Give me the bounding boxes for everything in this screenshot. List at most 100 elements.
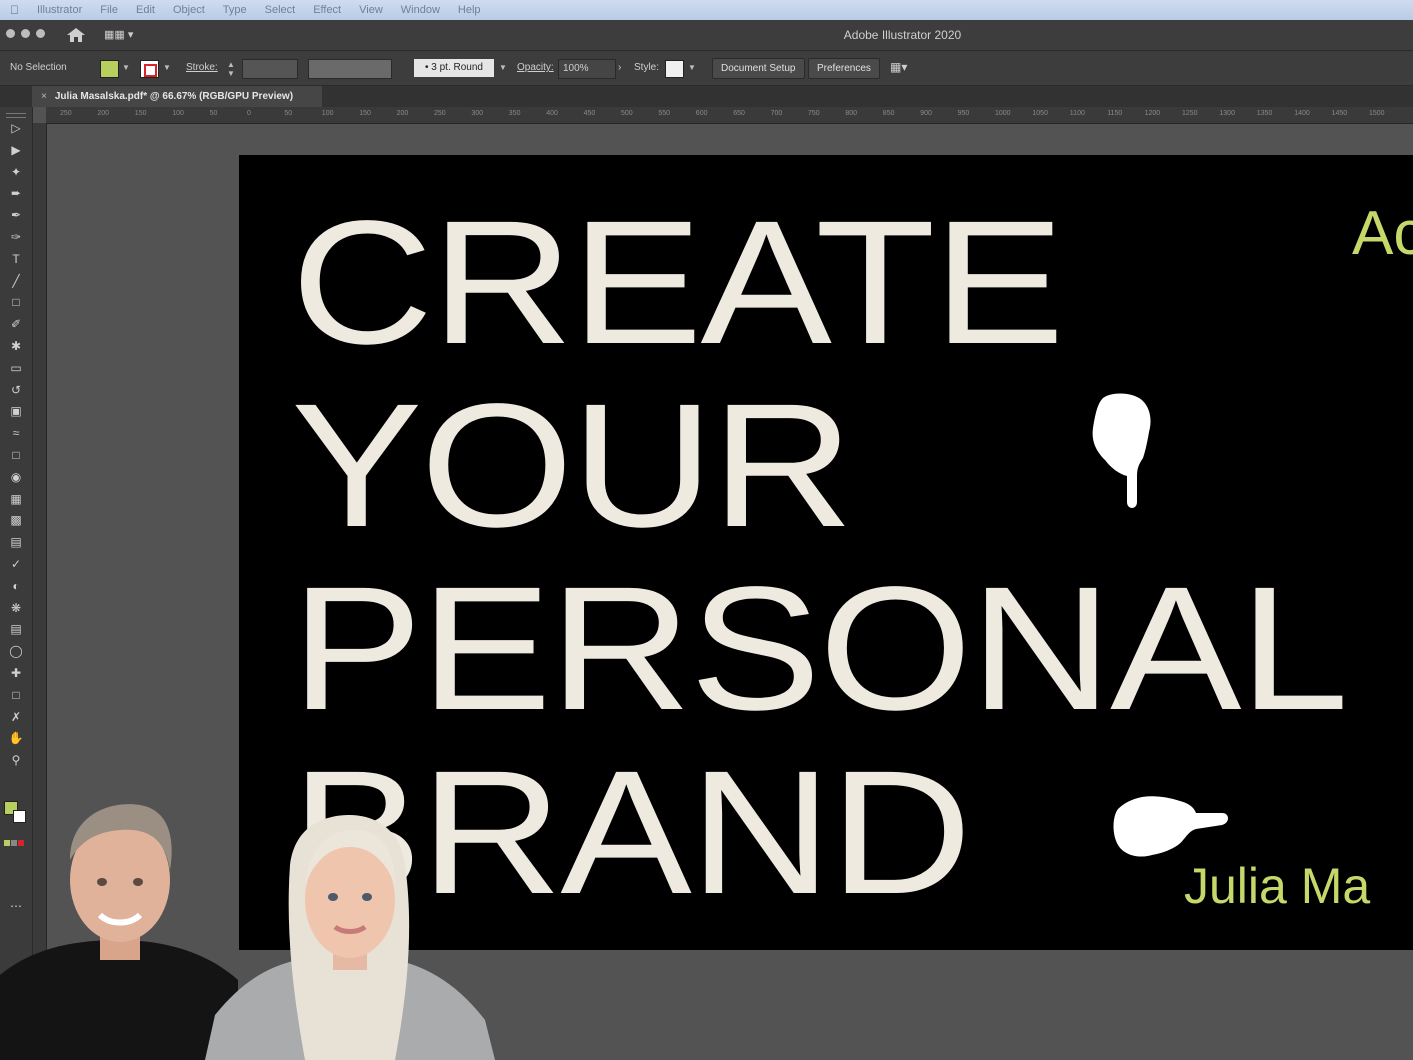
fill-color-swatch[interactable] xyxy=(100,60,119,78)
close-tab-icon[interactable]: × xyxy=(41,91,47,102)
ruler-tick-label: 1300 xyxy=(1219,110,1235,117)
stroke-label[interactable]: Stroke: xyxy=(186,62,218,73)
menu-illustrator[interactable]: Illustrator xyxy=(37,4,82,16)
brush-definition-select[interactable]: • 3 pt. Round xyxy=(414,59,494,77)
ruler-tick-label: 1350 xyxy=(1256,110,1273,117)
shaper-icon[interactable]: ✱ xyxy=(6,337,26,355)
rotate-icon[interactable]: ↺ xyxy=(6,381,26,399)
ruler-tick-label: 1450 xyxy=(1331,110,1348,117)
ruler-tick-label: 1400 xyxy=(1294,110,1310,117)
document-tab[interactable]: × Julia Masalska.pdf* @ 66.67% (RGB/GPU P… xyxy=(32,86,322,107)
eraser-icon[interactable]: ▭ xyxy=(6,359,26,377)
chevron-down-icon[interactable]: ▼ xyxy=(688,63,696,72)
column-graph-icon[interactable]: ▤ xyxy=(6,620,26,638)
menu-view[interactable]: View xyxy=(359,4,383,16)
ruler-tick-label: 1050 xyxy=(1032,110,1048,117)
stroke-weight-field[interactable] xyxy=(242,59,298,79)
ruler-tick-label: 100 xyxy=(172,110,184,117)
ruler-tick-label: 50 xyxy=(284,110,293,117)
eyedropper-icon[interactable]: ✓ xyxy=(6,555,26,573)
direct-selection-icon[interactable]: ▶ xyxy=(6,141,26,159)
webcam-host-right xyxy=(205,815,495,1060)
pen-icon[interactable]: ✒ xyxy=(6,206,26,224)
brush-label: 3 pt. Round xyxy=(431,62,483,73)
graphic-style-swatch[interactable] xyxy=(665,60,684,78)
ruler-tick-label: 150 xyxy=(134,110,147,117)
line-icon[interactable]: ╱ xyxy=(6,272,26,290)
variable-width-profile[interactable] xyxy=(308,59,392,79)
ruler-tick-label: 850 xyxy=(882,110,895,117)
workspace-switcher-icon[interactable]: ▦▦ ▾ xyxy=(104,28,134,42)
ruler-tick-label: 1250 xyxy=(1182,110,1198,117)
paintbrush-icon[interactable]: ✐ xyxy=(6,315,26,333)
panel-grip[interactable] xyxy=(6,113,26,118)
menu-object[interactable]: Object xyxy=(173,4,205,16)
horizontal-ruler[interactable]: 250 200 150 100 50 0 50 100 150 200 250 300 350 400 45… xyxy=(46,107,1413,124)
menu-help[interactable]: Help xyxy=(458,4,481,16)
chevron-down-icon[interactable]: ▼ xyxy=(163,63,171,72)
mac-menubar:  Illustrator File Edit Object Type Sele… xyxy=(0,0,1413,20)
stroke-color-swatch[interactable] xyxy=(140,60,159,78)
ruler-tick-label: 200 xyxy=(97,110,110,117)
chevron-down-icon[interactable]: ▼ xyxy=(122,63,130,72)
opacity-field[interactable]: 100% xyxy=(558,59,616,79)
corner-accent-text: Ac xyxy=(1352,199,1413,268)
artboard-icon[interactable]: □ xyxy=(6,686,26,704)
menu-select[interactable]: Select xyxy=(265,4,296,16)
type-icon[interactable]: T xyxy=(6,250,26,268)
ellipse-icon[interactable]: ◯ xyxy=(6,642,26,660)
menu-file[interactable]: File xyxy=(100,4,118,16)
width-icon[interactable]: ≈ xyxy=(6,424,26,442)
ruler-tick-label: 550 xyxy=(658,110,671,117)
menu-edit[interactable]: Edit xyxy=(136,4,155,16)
zoom-icon[interactable]: ⚲ xyxy=(6,751,26,769)
window-controls xyxy=(6,29,45,38)
free-transform-icon[interactable]: □ xyxy=(6,446,26,464)
opacity-value: 100% xyxy=(563,63,589,74)
close-window-button[interactable] xyxy=(6,29,15,38)
gradient-icon[interactable]: ▤ xyxy=(6,533,26,551)
ruler-tick-label: 500 xyxy=(621,110,633,117)
control-bar: No Selection ▼ ▼ Stroke: ▲ ▼ • 3 pt. Roun… xyxy=(0,51,1413,86)
arrange-documents-icon[interactable]: ▦▾ xyxy=(890,60,907,74)
lasso-icon[interactable]: ➨ xyxy=(6,184,26,202)
ruler-tick-label: 1500 xyxy=(1369,110,1385,117)
selection-icon[interactable]: ▷ xyxy=(6,119,26,137)
selection-status: No Selection xyxy=(10,62,67,73)
minimize-window-button[interactable] xyxy=(21,29,30,38)
headline-line-3: PERSONAL xyxy=(291,551,1349,747)
knife-icon[interactable]: ✗ xyxy=(6,708,26,726)
scale-icon[interactable]: ▣ xyxy=(6,402,26,420)
document-tab-bar: × Julia Masalska.pdf* @ 66.67% (RGB/GPU P… xyxy=(0,86,1413,107)
ruler-tick-label: 150 xyxy=(359,110,371,117)
menu-type[interactable]: Type xyxy=(223,4,247,16)
preferences-button[interactable]: Preferences xyxy=(808,58,880,79)
hand-icon[interactable]: ✋ xyxy=(6,729,26,747)
rectangle-icon[interactable]: □ xyxy=(6,293,26,311)
perspective-icon[interactable]: ▦ xyxy=(6,490,26,508)
opacity-label[interactable]: Opacity: xyxy=(517,62,554,73)
chevron-down-icon[interactable]: ▼ xyxy=(499,63,507,72)
menu-window[interactable]: Window xyxy=(401,4,440,16)
ruler-tick-label: 350 xyxy=(508,110,521,117)
mesh-icon[interactable]: ▩ xyxy=(6,511,26,529)
apple-icon[interactable]:  xyxy=(10,3,19,17)
menu-effect[interactable]: Effect xyxy=(313,4,341,16)
blend-icon[interactable]: ◐ xyxy=(6,577,26,595)
zoom-window-button[interactable] xyxy=(36,29,45,38)
home-icon[interactable] xyxy=(66,27,86,43)
ruler-tick-label: 700 xyxy=(770,110,783,117)
curvature-icon[interactable]: ✑ xyxy=(6,228,26,246)
slice-icon[interactable]: ✚ xyxy=(6,664,26,682)
document-setup-button[interactable]: Document Setup xyxy=(712,58,805,79)
app-titlebar: ▦▦ ▾ Adobe Illustrator 2020 xyxy=(0,20,1413,51)
chevron-right-icon[interactable]: › xyxy=(618,62,621,73)
ruler-tick-label: 650 xyxy=(733,110,745,117)
headline-line-2: YOUR xyxy=(291,368,854,564)
stepper-icon[interactable]: ▲ ▼ xyxy=(227,60,235,78)
magic-wand-icon[interactable]: ✦ xyxy=(6,163,26,181)
author-name-text: Julia Ma xyxy=(1184,858,1371,914)
presenter-avatar xyxy=(0,804,238,1060)
shape-builder-icon[interactable]: ◉ xyxy=(6,468,26,486)
symbol-sprayer-icon[interactable]: ❋ xyxy=(6,599,26,617)
